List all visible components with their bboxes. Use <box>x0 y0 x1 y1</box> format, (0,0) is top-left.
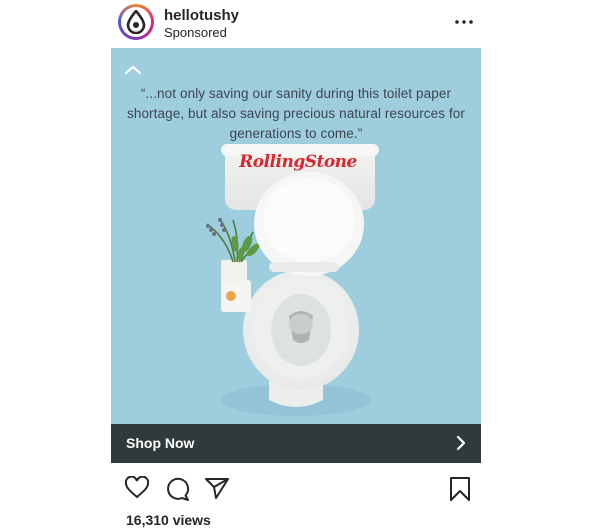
brand-logo-icon <box>121 7 151 37</box>
shop-now-label: Shop Now <box>126 435 195 451</box>
avatar[interactable] <box>118 4 154 40</box>
post-actions <box>0 470 593 506</box>
paper-plane-icon[interactable] <box>204 476 230 505</box>
post-header: hellotushy Sponsored <box>0 0 593 46</box>
heart-icon[interactable] <box>124 475 150 505</box>
comment-icon[interactable] <box>165 476 191 507</box>
post-media[interactable]: “...not only saving our sanity during th… <box>111 48 481 424</box>
rolling-stone-logo-text: RollingStone <box>239 152 357 172</box>
chevron-up-icon[interactable] <box>121 62 145 78</box>
shop-now-button[interactable]: Shop Now <box>111 424 481 463</box>
more-options-icon[interactable] <box>452 12 476 32</box>
bookmark-icon[interactable] <box>448 476 472 507</box>
ad-quote: “...not only saving our sanity during th… <box>126 86 466 141</box>
view-count[interactable]: 16,310 views <box>126 512 211 528</box>
sponsored-label: Sponsored <box>164 25 227 40</box>
rolling-stone-logo: RollingStone <box>233 152 363 178</box>
chevron-right-icon <box>455 435 467 456</box>
username[interactable]: hellotushy <box>164 7 239 24</box>
